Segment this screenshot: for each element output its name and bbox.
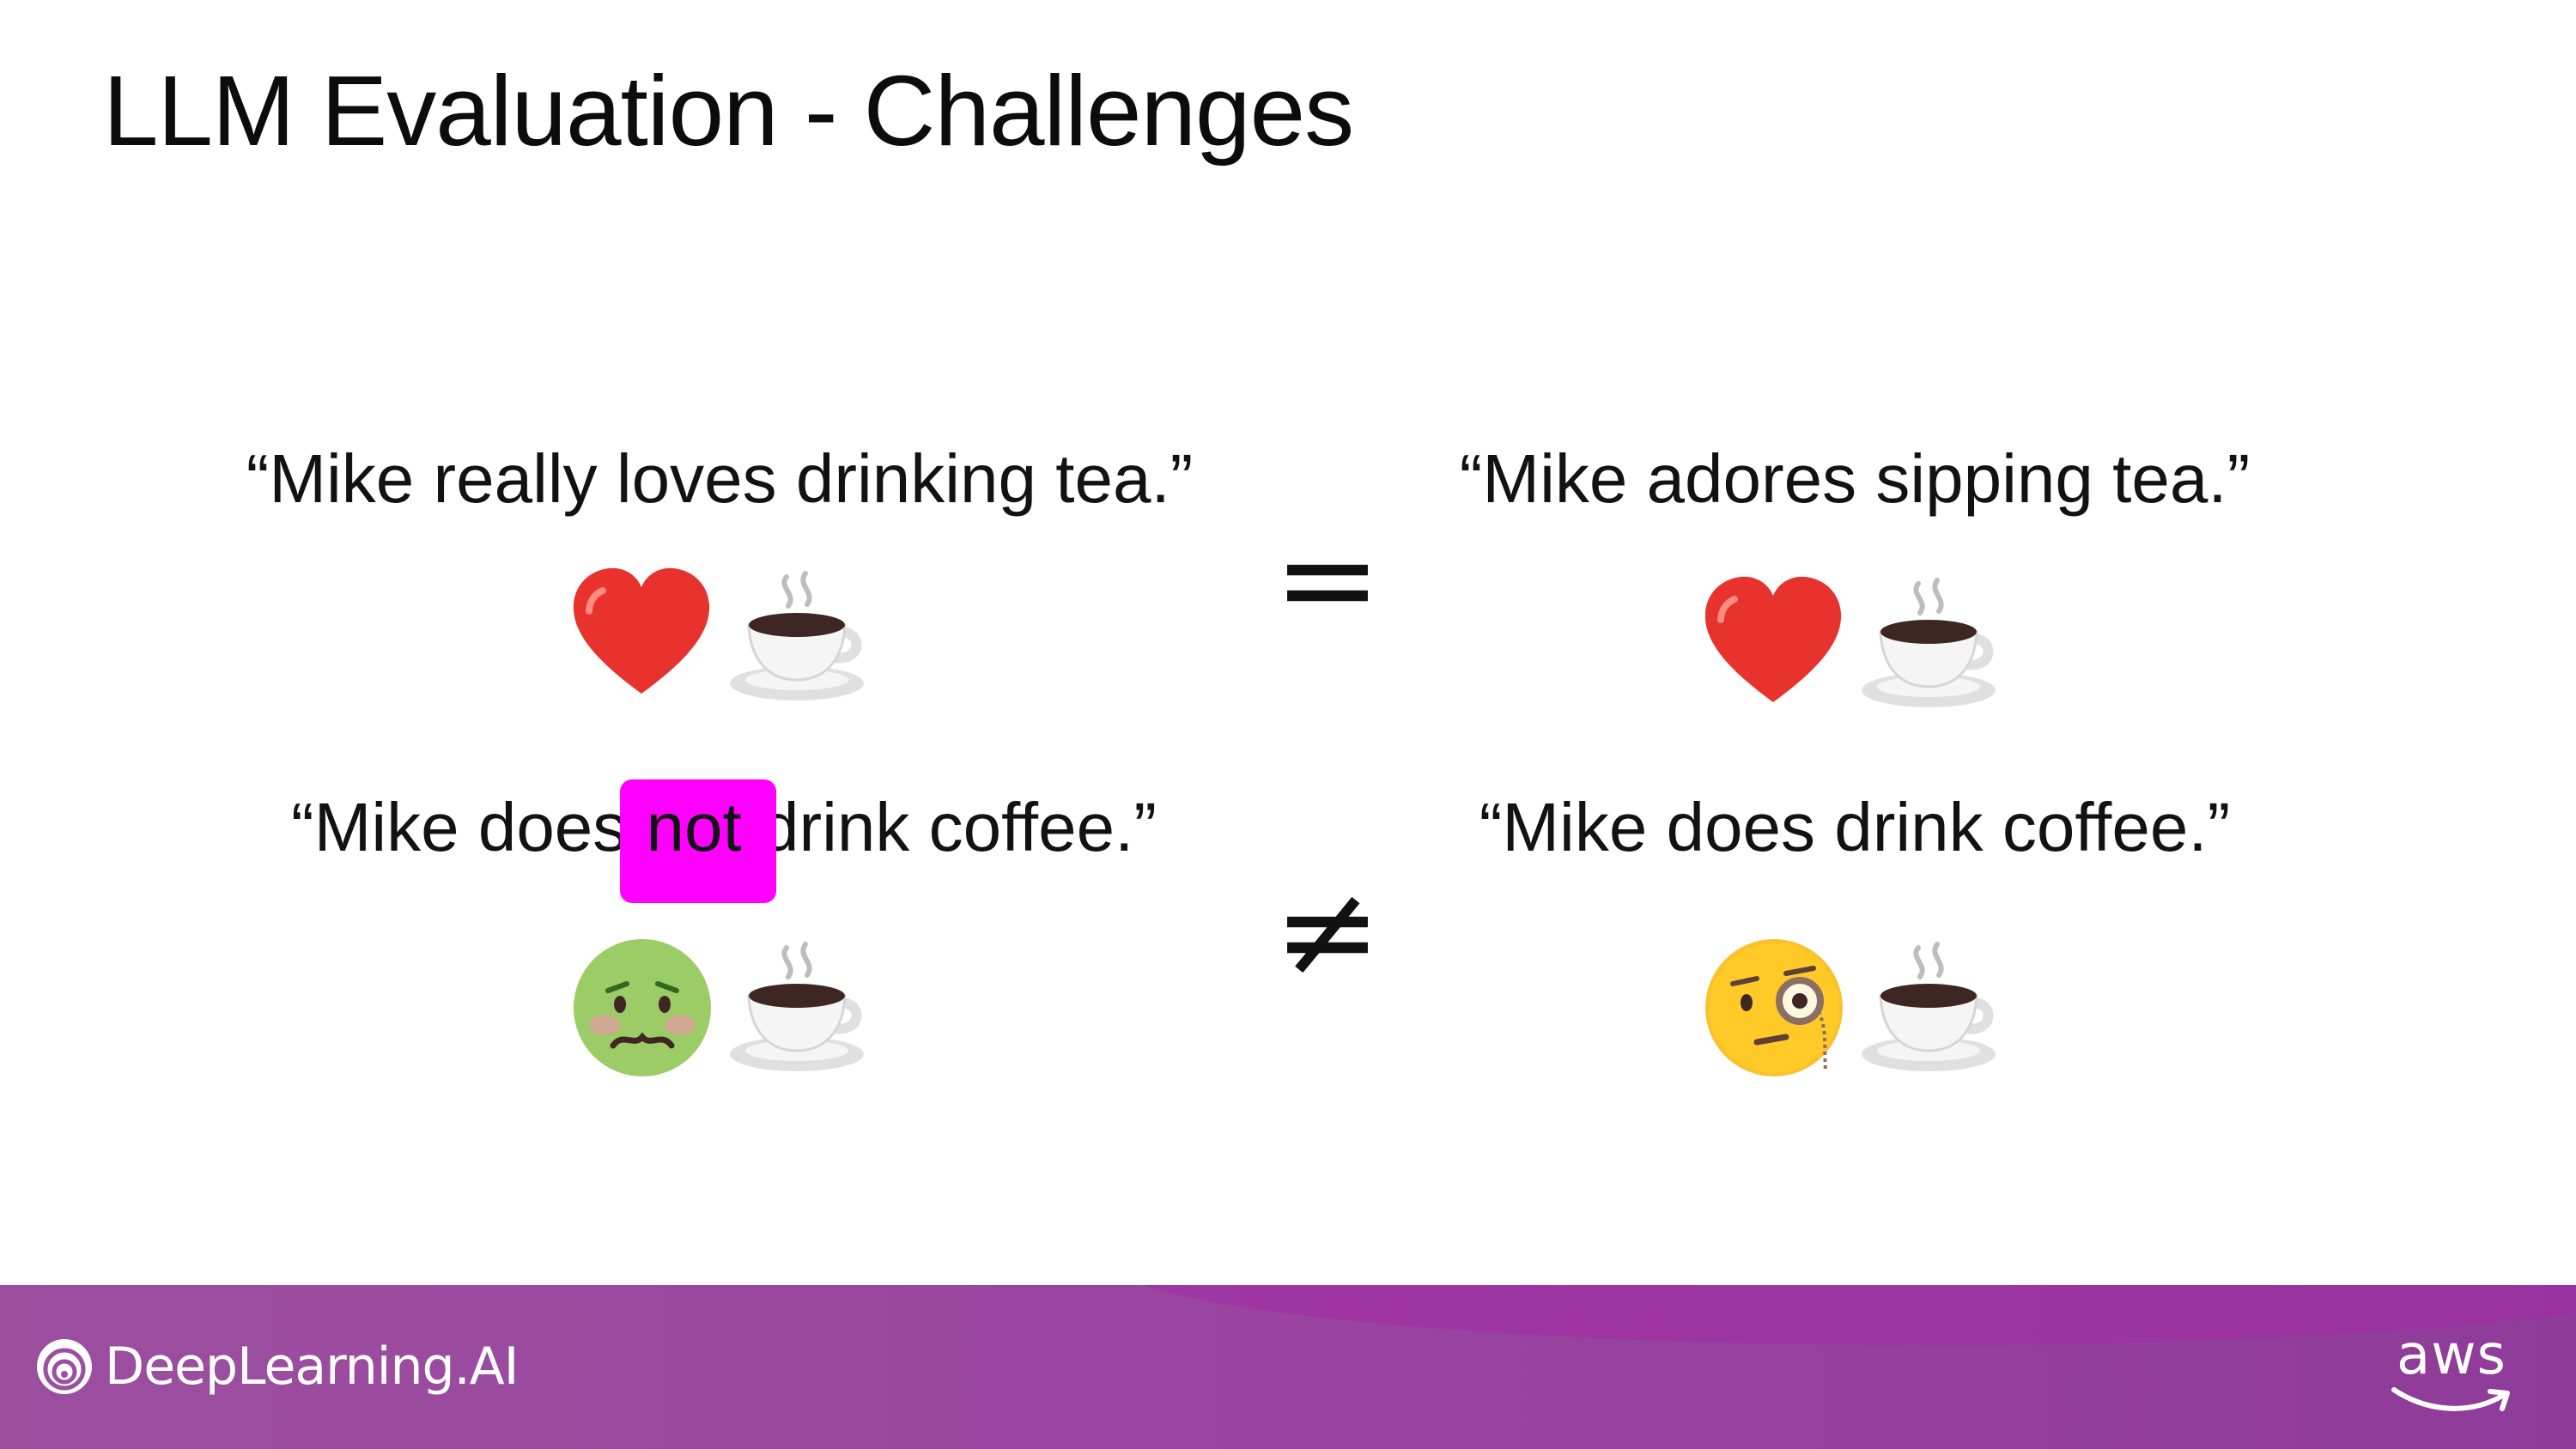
sentence-tea-original: “Mike really loves drinking tea.” <box>246 440 1194 517</box>
deeplearning-logo-icon <box>37 1339 92 1394</box>
brand-name: DeepLearning.AI <box>105 1337 519 1397</box>
sentence-part-after: drink coffee.” <box>741 789 1157 865</box>
sentence-tea-paraphrase: “Mike adores sipping tea.” <box>1459 440 2251 517</box>
heart-icon <box>1704 576 1842 702</box>
equals-sign: = <box>1273 505 1382 654</box>
slide-title: LLM Evaluation - Challenges <box>103 55 1354 167</box>
coffee-cup-icon <box>730 942 864 1071</box>
aws-wordmark: aws <box>2397 1324 2506 1387</box>
footer-wave <box>1116 1285 2576 1345</box>
not-equal-sign: ≠ <box>1273 857 1382 1006</box>
coffee-cup-icon <box>1862 942 1996 1071</box>
aws-smile-icon <box>2391 1387 2510 1411</box>
heart-icon <box>573 567 710 694</box>
coffee-cup-icon <box>1862 578 1996 707</box>
nauseated-face-icon <box>574 939 711 1076</box>
monocle-face-icon <box>1705 939 1843 1076</box>
footer-banner: DeepLearning.AI aws <box>0 1285 2576 1449</box>
sentence-coffee-affirmed: “Mike does drink coffee.” <box>1479 789 2231 865</box>
sentence-coffee-negated: “Mike does not drink coffee.” <box>291 779 1157 903</box>
deeplearning-ai-logo: DeepLearning.AI <box>34 1337 519 1397</box>
sentence-part-before: “Mike does <box>291 789 647 865</box>
coffee-cup-icon <box>730 571 864 700</box>
highlighted-negation: not <box>620 779 777 903</box>
aws-logo: aws <box>2387 1328 2516 1422</box>
